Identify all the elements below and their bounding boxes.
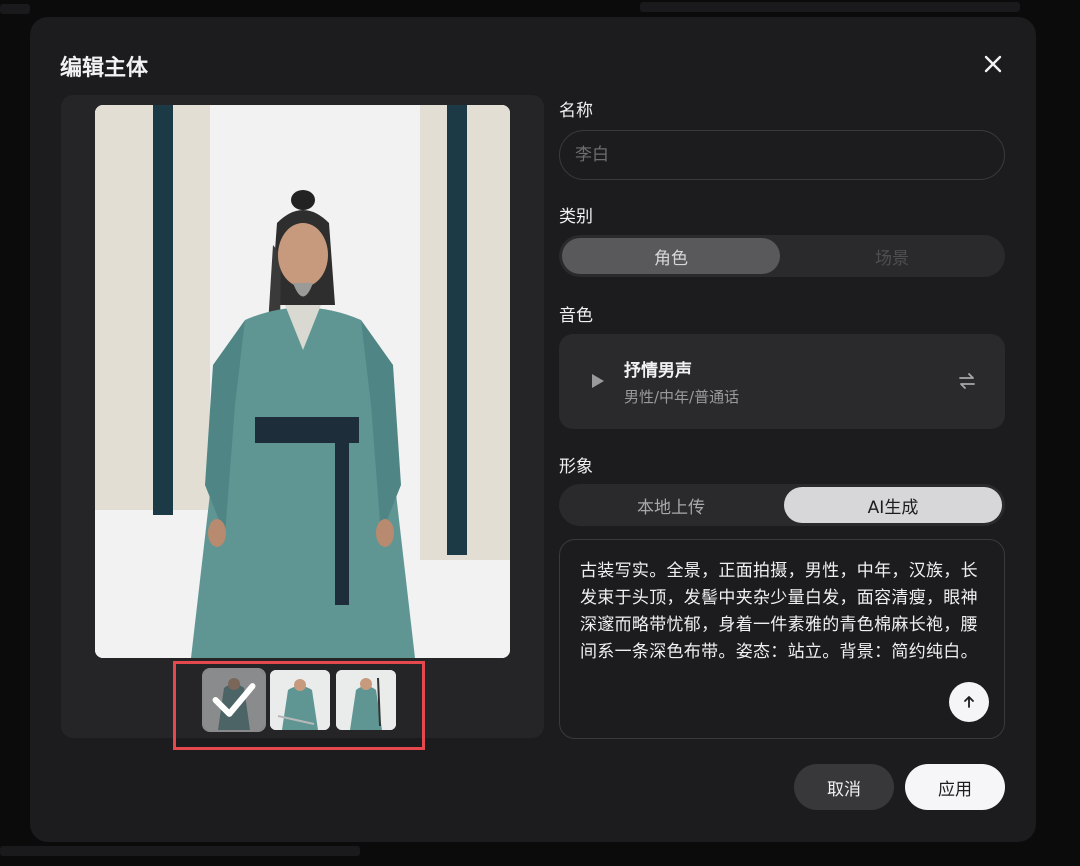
play-icon[interactable]	[591, 373, 605, 389]
close-icon[interactable]	[980, 51, 1006, 77]
prompt-text[interactable]: 古装写实。全景，正面拍摄，男性，中年，汉族，长发束于头顶，发髻中夹杂少量白发，面…	[580, 558, 980, 666]
background-text	[0, 846, 360, 856]
background-text	[0, 4, 30, 14]
prompt-textarea[interactable]: 古装写实。全景，正面拍摄，男性，中年，汉族，长发束于头顶，发髻中夹杂少量白发，面…	[559, 539, 1005, 739]
category-option-scene[interactable]: 场景	[783, 238, 1001, 274]
name-label: 名称	[559, 101, 593, 121]
thumbnail-3[interactable]	[336, 670, 396, 730]
send-button[interactable]	[949, 682, 989, 722]
voice-description: 男性/中年/普通话	[624, 388, 740, 406]
main-character-image	[95, 105, 510, 658]
image-label: 形象	[559, 457, 593, 477]
category-segmented-control: 角色 场景	[559, 235, 1005, 277]
thumbnail-1[interactable]	[202, 668, 266, 732]
voice-name: 抒情男声	[624, 361, 692, 381]
swap-icon[interactable]	[957, 371, 977, 391]
background-text	[640, 2, 1020, 12]
category-label: 类别	[559, 207, 593, 227]
voice-card[interactable]: 抒情男声 男性/中年/普通话	[559, 334, 1005, 429]
name-input[interactable]	[559, 130, 1005, 180]
thumbnail-highlight-box	[173, 661, 425, 750]
edit-subject-modal: 编辑主体 名称 李白 类别 角色 场景 音色 抒情男声 男性/中年/普通话 形象…	[30, 17, 1036, 842]
apply-button[interactable]: 应用	[905, 764, 1005, 810]
image-option-ai-generate[interactable]: AI生成	[784, 487, 1002, 523]
thumbnail-2[interactable]	[270, 670, 330, 730]
image-option-local-upload[interactable]: 本地上传	[562, 487, 780, 523]
category-option-character[interactable]: 角色	[562, 238, 780, 274]
image-preview-panel	[61, 95, 544, 738]
modal-title: 编辑主体	[60, 56, 149, 81]
voice-label: 音色	[559, 306, 593, 326]
cancel-button[interactable]: 取消	[794, 764, 894, 810]
check-icon	[204, 670, 264, 730]
image-source-segmented-control: 本地上传 AI生成	[559, 484, 1005, 526]
arrow-up-icon	[964, 696, 974, 708]
